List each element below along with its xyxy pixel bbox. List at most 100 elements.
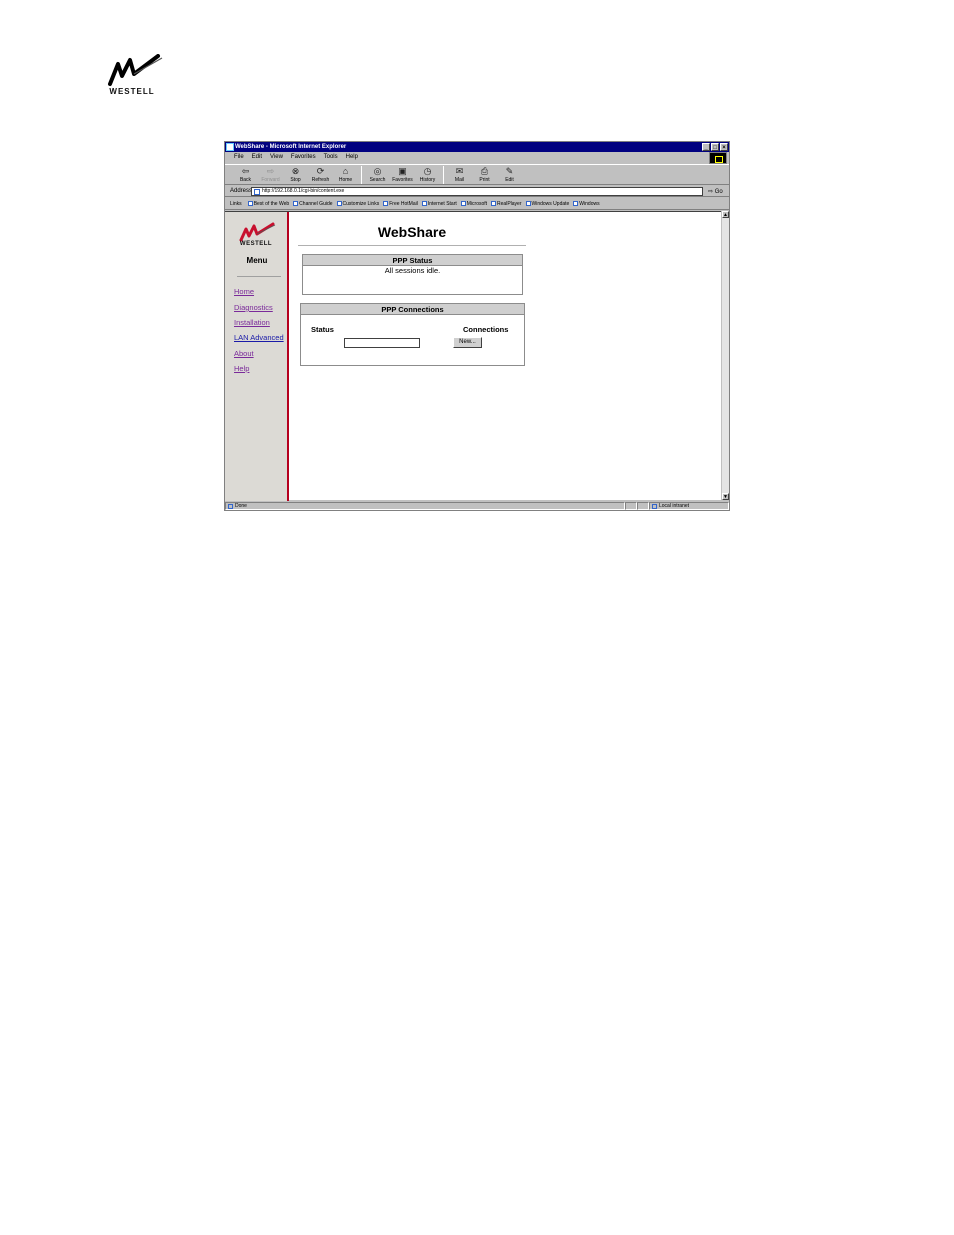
- stop-button[interactable]: ⊗ Stop: [283, 165, 308, 185]
- westell-logo: WESTELL: [96, 54, 168, 100]
- toolbar: ⇦ Back ⇨ Forward ⊗ Stop ⟳ Refresh ⌂ Home ◎ Sea…: [225, 164, 729, 185]
- ppp-status-text: All sessions idle.: [384, 266, 441, 275]
- link-page-icon: [573, 201, 579, 206]
- window-title: WebShare - Microsoft Internet Explorer: [235, 144, 347, 150]
- favorites-icon: ▣: [398, 166, 407, 176]
- intranet-zone-icon: [652, 503, 657, 509]
- status-column-label: Status: [311, 325, 334, 334]
- refresh-button[interactable]: ⟳ Refresh: [308, 165, 333, 185]
- browser-window: WebShare - Microsoft Internet Explorer _…: [224, 141, 730, 511]
- forward-arrow-icon: ⇨: [266, 166, 275, 176]
- go-button[interactable]: ⇨ Go: [708, 188, 723, 195]
- status-zone-cell: Local intranet: [649, 501, 729, 510]
- back-arrow-icon: ⇦: [241, 166, 250, 176]
- history-button[interactable]: ◷ History: [415, 165, 440, 185]
- address-input[interactable]: http://192.168.0.1/cgi-bin/content.exe: [251, 186, 703, 196]
- sidebar-item-installation[interactable]: Installation: [234, 318, 270, 327]
- menu-favorites[interactable]: Favorites: [291, 154, 316, 160]
- link-free-hotmail[interactable]: Free HotMail: [383, 201, 418, 207]
- connections-column-label: Connections: [463, 325, 509, 334]
- link-windows-update[interactable]: Windows Update: [525, 201, 569, 207]
- menu-file[interactable]: File: [234, 154, 244, 160]
- title-bar: WebShare - Microsoft Internet Explorer _…: [225, 142, 729, 152]
- link-best-of-the-web[interactable]: Best of the Web: [247, 201, 289, 207]
- refresh-icon: ⟳: [316, 166, 325, 176]
- status-security-cell: [637, 501, 649, 510]
- link-customize-links[interactable]: Customize Links: [336, 201, 379, 207]
- page-icon: [254, 188, 260, 195]
- sidebar-item-help[interactable]: Help: [234, 364, 249, 373]
- mail-button[interactable]: ✉ Mail: [447, 165, 472, 185]
- ie-icon: [226, 143, 234, 151]
- edit-button[interactable]: ✎ Edit: [497, 165, 522, 185]
- vertical-scrollbar[interactable]: ▲ ▼: [721, 211, 729, 500]
- minimize-button[interactable]: _: [702, 143, 710, 151]
- menu-bar: File Edit View Favorites Tools Help: [225, 152, 729, 162]
- address-url: http://192.168.0.1/cgi-bin/content.exe: [262, 187, 345, 194]
- close-button[interactable]: ×: [720, 143, 728, 151]
- link-channel-guide[interactable]: Channel Guide: [293, 201, 333, 207]
- link-page-icon: [336, 201, 342, 206]
- ppp-status-header: PPP Status: [303, 255, 522, 266]
- sidebar: WESTELL Menu Home Diagnostics Installati…: [225, 212, 289, 501]
- scroll-down-icon[interactable]: ▼: [722, 493, 729, 500]
- sidebar-logo: WESTELL: [231, 222, 281, 250]
- back-button[interactable]: ⇦ Back: [233, 165, 258, 185]
- print-icon: ⎙: [480, 166, 489, 176]
- address-label: Address: [230, 188, 253, 194]
- sidebar-item-diagnostics[interactable]: Diagnostics: [234, 303, 273, 312]
- page-icon: [228, 503, 233, 509]
- link-page-icon: [247, 201, 253, 206]
- sidebar-item-lan-advanced[interactable]: LAN Advanced: [234, 333, 284, 342]
- toolbar-separator: [443, 166, 444, 184]
- go-arrow-icon: ⇨: [708, 188, 714, 195]
- link-microsoft[interactable]: Microsoft: [460, 201, 487, 207]
- forward-button[interactable]: ⇨ Forward: [258, 165, 283, 185]
- status-bar: Done Local intranet: [225, 501, 729, 510]
- menu-tools[interactable]: Tools: [324, 154, 338, 160]
- home-button[interactable]: ⌂ Home: [333, 165, 358, 185]
- page-title: WebShare: [298, 224, 526, 246]
- toolbar-separator: [361, 166, 362, 184]
- sidebar-logo-text: WESTELL: [239, 241, 273, 247]
- mail-icon: ✉: [455, 166, 464, 176]
- ppp-connections-header: PPP Connections: [301, 304, 524, 315]
- home-icon: ⌂: [342, 166, 349, 176]
- link-realplayer[interactable]: RealPlayer: [491, 201, 522, 207]
- menu-divider: [237, 276, 281, 277]
- links-bar: Links Best of the Web Channel Guide Cust…: [225, 198, 729, 210]
- search-button[interactable]: ◎ Search: [365, 165, 390, 185]
- favorites-button[interactable]: ▣ Favorites: [390, 165, 415, 185]
- address-bar: Address http://192.168.0.1/cgi-bin/conte…: [225, 186, 729, 197]
- edit-icon: ✎: [505, 166, 514, 176]
- link-internet-start[interactable]: Internet Start: [421, 201, 457, 207]
- status-progress-cell: [625, 501, 637, 510]
- stop-icon: ⊗: [291, 166, 300, 176]
- search-icon: ◎: [373, 166, 382, 176]
- maximize-button[interactable]: □: [711, 143, 719, 151]
- menu-view[interactable]: View: [270, 154, 283, 160]
- westell-logo-text: WESTELL: [109, 87, 155, 96]
- ppp-connections-panel: PPP Connections Status Connections New..…: [300, 303, 525, 366]
- menu-help[interactable]: Help: [346, 154, 358, 160]
- history-icon: ◷: [423, 166, 432, 176]
- link-page-icon: [383, 201, 389, 206]
- link-page-icon: [421, 201, 427, 206]
- link-page-icon: [460, 201, 466, 206]
- scroll-up-icon[interactable]: ▲: [722, 211, 729, 218]
- menu-edit[interactable]: Edit: [252, 154, 262, 160]
- print-button[interactable]: ⎙ Print: [472, 165, 497, 185]
- sidebar-item-home[interactable]: Home: [234, 287, 254, 296]
- link-windows[interactable]: Windows: [573, 201, 600, 207]
- menu-title: Menu: [246, 256, 268, 265]
- link-page-icon: [525, 201, 531, 206]
- link-page-icon: [293, 201, 299, 206]
- status-text-cell: Done: [225, 501, 625, 510]
- status-field[interactable]: [344, 338, 420, 348]
- windows-logo-icon: [709, 152, 727, 164]
- new-connection-button[interactable]: New...: [453, 337, 482, 348]
- links-label: Links: [230, 200, 242, 207]
- link-page-icon: [491, 201, 497, 206]
- page-content: WESTELL Menu Home Diagnostics Installati…: [225, 211, 721, 501]
- sidebar-item-about[interactable]: About: [234, 349, 254, 358]
